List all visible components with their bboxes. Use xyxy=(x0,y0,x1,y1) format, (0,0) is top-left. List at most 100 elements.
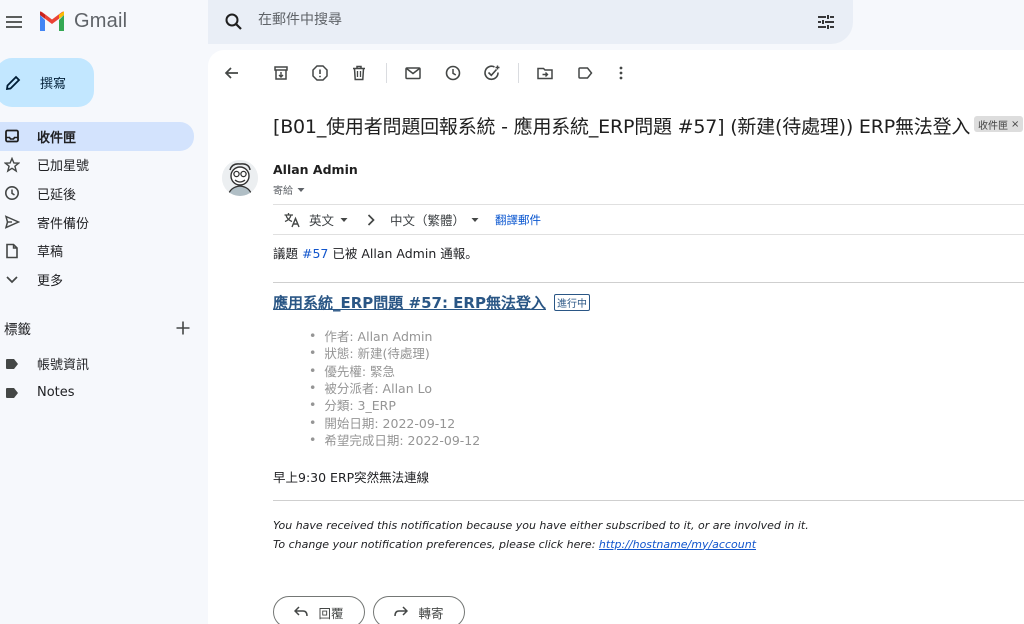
add-label-icon[interactable] xyxy=(176,321,190,335)
message-body: 議題 #57 已被 Allan Admin 通報。 應用系統_ERP問題 #57… xyxy=(273,240,1024,551)
issue-number-link[interactable]: #57 xyxy=(302,246,328,261)
star-icon xyxy=(4,156,20,173)
sidebar-item-label: 寄件備份 xyxy=(37,216,90,232)
sidebar-item-more[interactable]: 更多 xyxy=(0,265,194,294)
notice-suffix: 已被 Allan Admin 通報。 xyxy=(332,246,478,261)
notification-footer: You have received this notification beca… xyxy=(273,517,809,554)
snooze-icon[interactable] xyxy=(444,64,462,82)
chevron-down-icon xyxy=(4,271,20,287)
issue-attributes: 作者: Allan Admin 狀態: 新建(待處理) 優先權: 緊急 被分派者… xyxy=(309,327,480,448)
chevron-right-icon xyxy=(366,213,376,226)
sidebar-item-starred[interactable]: 已加星號 xyxy=(0,151,194,180)
footer-line-1: You have received this notification beca… xyxy=(273,519,809,532)
list-item: 開始日期: 2022-09-12 xyxy=(309,413,480,431)
list-item: 希望完成日期: 2022-09-12 xyxy=(309,431,480,448)
more-options-icon[interactable] xyxy=(612,64,630,82)
label-name: 帳號資訊 xyxy=(37,358,90,373)
sidebar-item-snoozed[interactable]: 已延後 xyxy=(0,179,194,208)
account-settings-link[interactable]: http://hostname/my/account xyxy=(599,538,756,551)
issue-heading: 應用系統_ERP問題 #57: ERP無法登入 進行中 xyxy=(273,292,590,313)
sidebar-nav: 收件匣 已加星號 已延後 寄件備份 草稿 更多 xyxy=(0,122,194,294)
list-item: 優先權: 緊急 xyxy=(309,362,480,379)
label-icon xyxy=(5,387,19,399)
sidebar-label-notes[interactable]: Notes xyxy=(0,378,194,407)
send-icon xyxy=(4,214,20,230)
label-name: Notes xyxy=(37,385,75,400)
sidebar-item-label: 更多 xyxy=(37,273,64,289)
report-spam-icon[interactable] xyxy=(311,64,329,82)
inbox-label-chip: 收件匣 × xyxy=(974,116,1024,132)
pencil-icon xyxy=(4,74,22,92)
search-options-icon[interactable] xyxy=(816,12,836,32)
email-subject: [B01_使用者問題回報系統 - 應用系統_ERP問題 #57] (新建(待處理… xyxy=(273,116,971,138)
archive-icon[interactable] xyxy=(272,64,290,82)
issue-notice: 議題 #57 已被 Allan Admin 通報。 xyxy=(273,243,1024,262)
translate-message-link[interactable]: 翻譯郵件 xyxy=(495,212,541,228)
sidebar-item-label: 收件匣 xyxy=(37,130,77,146)
forward-label: 轉寄 xyxy=(418,605,444,621)
source-language-select[interactable]: 英文 xyxy=(309,210,348,229)
translate-bar: 英文 中文（繁體） 翻譯郵件 xyxy=(273,204,1024,235)
sender-name: Allan Admin xyxy=(273,162,358,177)
sidebar-item-label: 已加星號 xyxy=(37,159,90,175)
translate-icon xyxy=(283,211,301,229)
sidebar-item-drafts[interactable]: 草稿 xyxy=(0,236,194,265)
inbox-icon xyxy=(4,128,20,144)
reply-icon xyxy=(294,606,309,618)
labels-title: 標籤 xyxy=(4,322,31,338)
source-language-label: 英文 xyxy=(309,213,335,228)
sidebar-label-account-info[interactable]: 帳號資訊 xyxy=(0,349,194,378)
list-item: 狀態: 新建(待處理) xyxy=(309,344,480,361)
delete-icon[interactable] xyxy=(350,64,368,82)
sidebar-item-sent[interactable]: 寄件備份 xyxy=(0,208,194,237)
search-bar xyxy=(208,0,853,44)
label-as-icon[interactable] xyxy=(576,64,594,82)
gmail-logo[interactable]: Gmail xyxy=(38,10,127,33)
main-menu-icon[interactable] xyxy=(4,12,24,32)
message-panel: [B01_使用者問題回報系統 - 應用系統_ERP問題 #57] (新建(待處理… xyxy=(208,50,1024,624)
forward-button[interactable]: 轉寄 xyxy=(373,596,465,624)
sidebar-item-inbox[interactable]: 收件匣 xyxy=(0,122,194,151)
reply-button[interactable]: 回覆 xyxy=(273,596,365,624)
caret-down-icon xyxy=(340,217,348,223)
labels-list: 帳號資訊 Notes xyxy=(0,349,194,407)
list-item: 被分派者: Allan Lo xyxy=(309,379,480,396)
status-badge: 進行中 xyxy=(553,294,590,311)
footer-line-2-text: To change your notification preferences,… xyxy=(273,537,599,551)
issue-title-link[interactable]: 應用系統_ERP問題 #57: ERP無法登入 xyxy=(273,292,546,313)
add-task-icon[interactable] xyxy=(483,64,501,82)
sidebar-item-label: 草稿 xyxy=(37,245,64,261)
app-name: Gmail xyxy=(74,10,128,32)
back-arrow-icon[interactable] xyxy=(223,64,241,82)
list-item: 作者: Allan Admin xyxy=(309,327,480,344)
draft-icon xyxy=(4,243,20,259)
caret-down-icon xyxy=(471,217,479,223)
toolbar-divider xyxy=(518,63,519,83)
recipient-label: 寄給 xyxy=(273,186,293,197)
search-icon[interactable] xyxy=(224,12,244,32)
compose-label: 撰寫 xyxy=(40,77,67,92)
search-input[interactable] xyxy=(258,12,798,28)
remove-label-icon[interactable]: × xyxy=(1011,119,1019,130)
message-toolbar xyxy=(208,50,1024,94)
label-icon xyxy=(5,358,19,370)
caret-down-icon xyxy=(297,187,305,193)
divider xyxy=(273,282,1024,283)
notice-prefix: 議題 xyxy=(273,246,299,261)
list-item: 分類: 3_ERP xyxy=(309,396,480,413)
compose-button[interactable]: 撰寫 xyxy=(0,58,94,107)
footer-line-2: To change your notification preferences,… xyxy=(273,536,809,555)
issue-description: 早上9:30 ERP突然無法連線 xyxy=(273,470,430,485)
target-language-select[interactable]: 中文（繁體） xyxy=(390,210,479,229)
reply-label: 回覆 xyxy=(318,605,344,621)
recipient-details[interactable]: 寄給 xyxy=(273,182,305,197)
gmail-m-icon xyxy=(40,10,64,31)
sender-avatar[interactable] xyxy=(222,160,258,196)
divider xyxy=(273,500,1024,501)
target-language-label: 中文（繁體） xyxy=(390,213,466,228)
move-to-icon[interactable] xyxy=(536,64,554,82)
mark-unread-icon[interactable] xyxy=(404,64,422,82)
toolbar-divider xyxy=(386,63,387,83)
labels-header: 標籤 xyxy=(4,318,190,338)
clock-icon xyxy=(4,185,20,201)
